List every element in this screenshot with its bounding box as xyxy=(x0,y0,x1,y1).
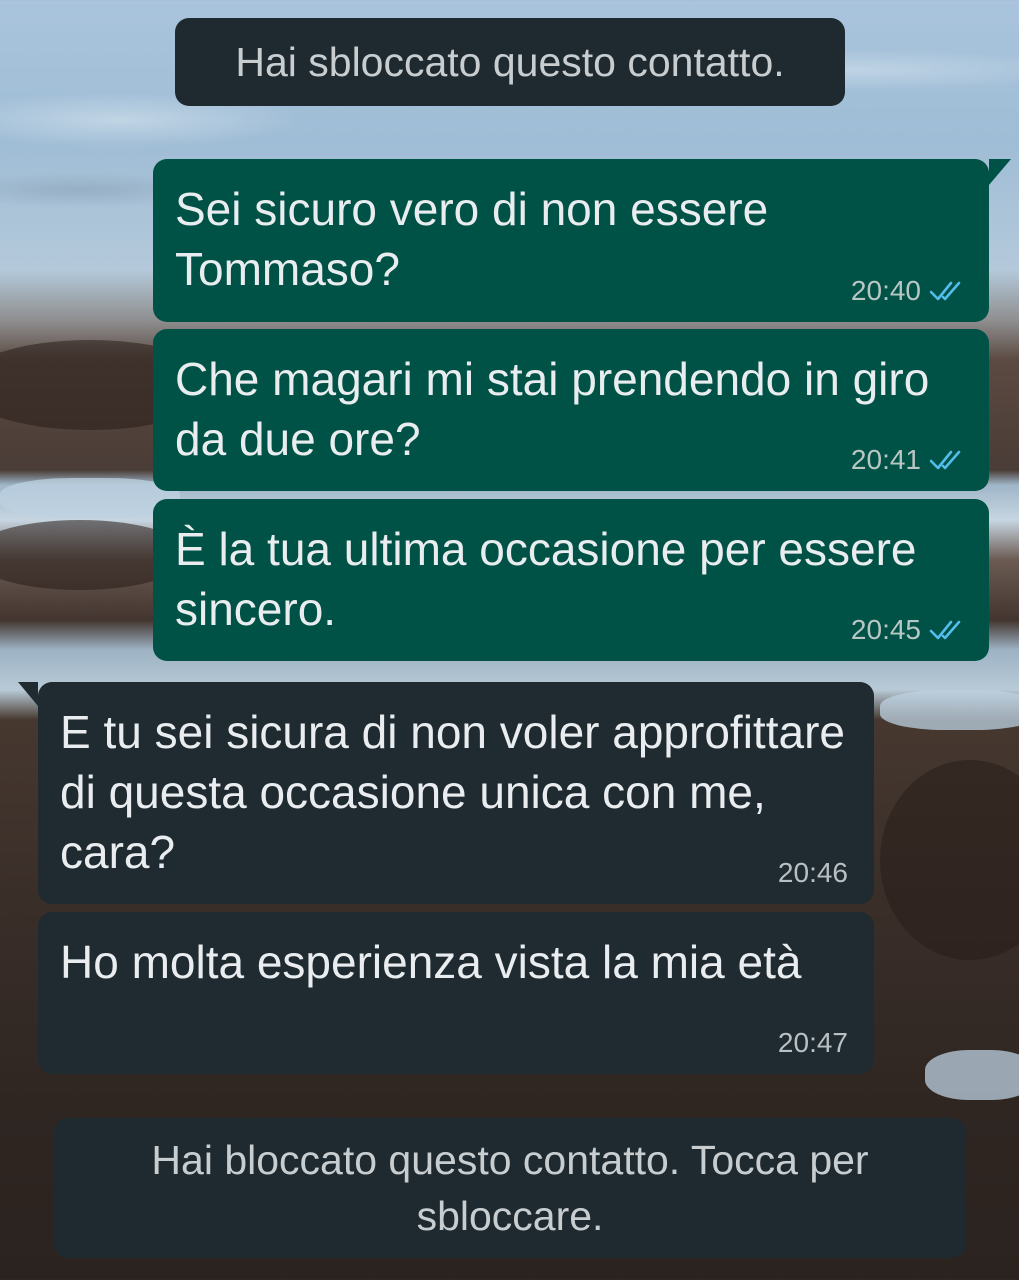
bubble-tail xyxy=(989,159,1011,185)
message-time: 20:46 xyxy=(777,857,848,888)
unblocked-notice: Hai sbloccato questo contatto. xyxy=(175,18,845,106)
message-meta: 20:46 xyxy=(778,858,848,888)
background-water xyxy=(880,690,1019,730)
message-time: 20:41 xyxy=(850,444,921,475)
background-rock xyxy=(880,760,1019,960)
outgoing-message[interactable]: È la tua ultima occasione per essere sin… xyxy=(153,499,989,661)
background-water xyxy=(925,1050,1019,1100)
double-check-icon xyxy=(929,620,961,640)
outgoing-message[interactable]: Sei sicuro vero di non essere Tommaso? 2… xyxy=(153,159,1011,322)
incoming-message[interactable]: E tu sei sicura di non voler approfittar… xyxy=(18,682,874,904)
double-check-icon xyxy=(929,281,961,301)
incoming-message[interactable]: Ho molta esperienza vista la mia età 20:… xyxy=(38,912,874,1074)
double-check-icon xyxy=(929,450,961,470)
message-text: Ho molta esperienza vista la mia età xyxy=(60,936,802,988)
outgoing-message[interactable]: Che magari mi stai prendendo in giro da … xyxy=(153,329,989,491)
message-text: E tu sei sicura di non voler approfittar… xyxy=(60,706,858,878)
blocked-notice-unblock-button[interactable]: Hai bloccato questo contatto. Tocca per … xyxy=(54,1118,966,1258)
message-meta: 20:40 xyxy=(851,276,967,306)
message-text: Sei sicuro vero di non essere Tommaso? xyxy=(175,183,781,295)
message-meta: 20:47 xyxy=(778,1028,848,1058)
message-text: Che magari mi stai prendendo in giro da … xyxy=(175,353,943,465)
message-time: 20:47 xyxy=(777,1027,848,1058)
message-time: 20:45 xyxy=(850,614,921,645)
bubble-tail xyxy=(18,682,38,706)
message-text: È la tua ultima occasione per essere sin… xyxy=(175,523,930,635)
message-meta: 20:45 xyxy=(851,615,967,645)
message-meta: 20:41 xyxy=(851,445,967,475)
message-time: 20:40 xyxy=(850,275,921,306)
